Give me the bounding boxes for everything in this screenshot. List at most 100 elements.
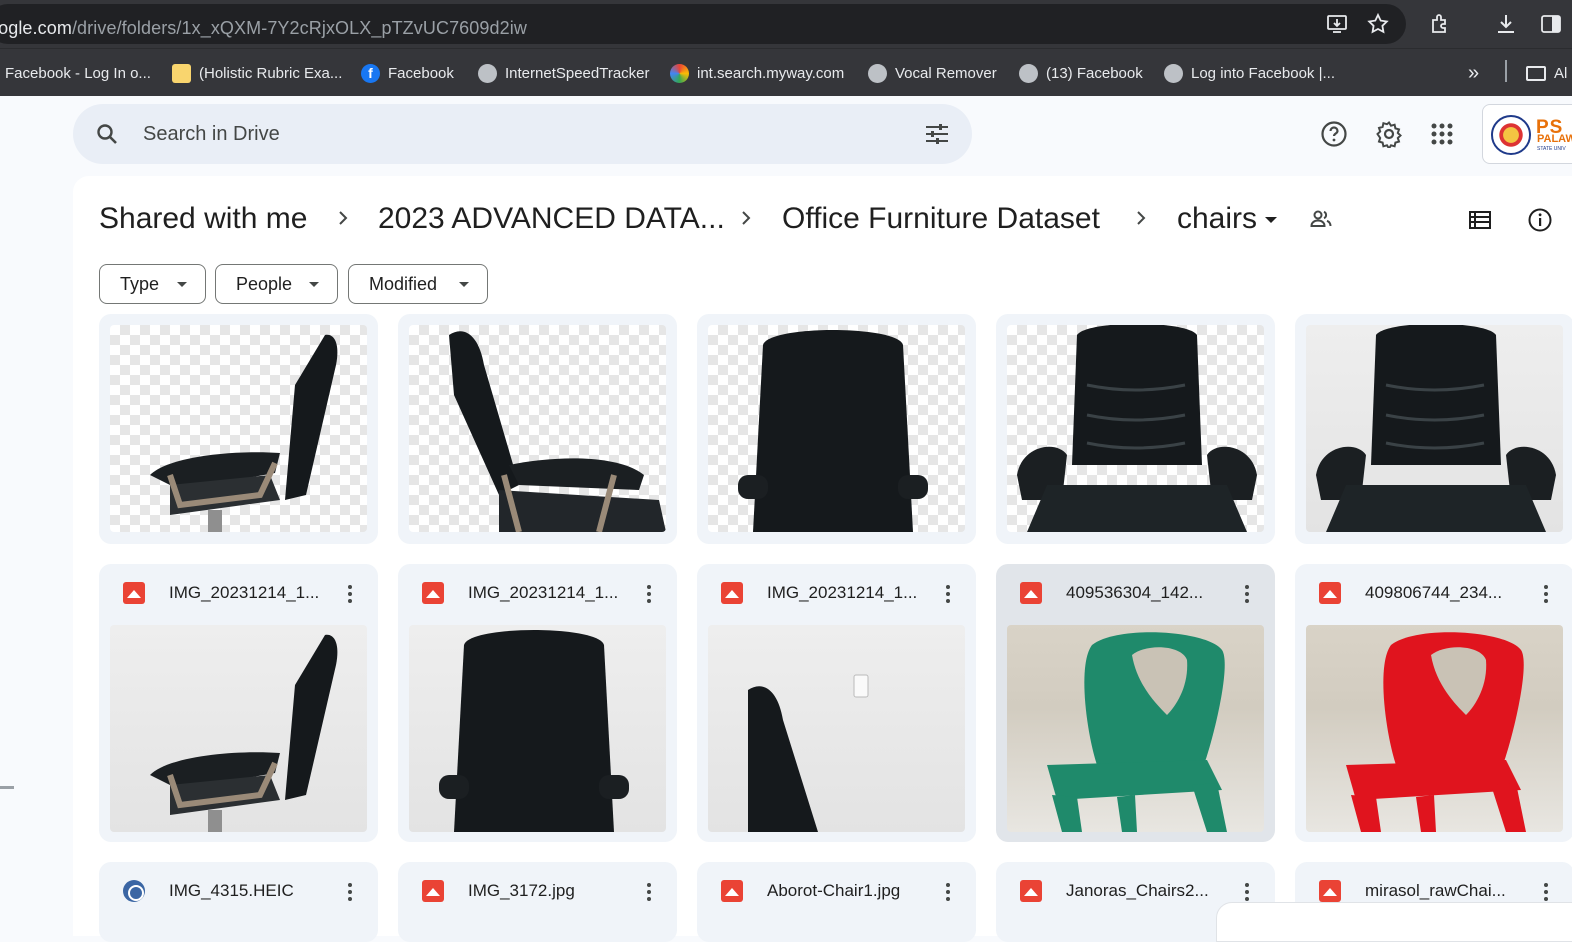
- file-card[interactable]: [1295, 314, 1572, 544]
- chair-photo: [1346, 632, 1526, 832]
- file-card[interactable]: [99, 314, 378, 544]
- file-card[interactable]: 409806744_234...: [1295, 564, 1572, 842]
- file-card-header[interactable]: 409806744_234...: [1295, 564, 1572, 624]
- facebook-icon: f: [361, 63, 380, 83]
- details-info-icon[interactable]: [1527, 207, 1553, 233]
- file-name: IMG_20231214_1...: [468, 583, 619, 602]
- chair-photo: [439, 630, 629, 832]
- file-thumbnail[interactable]: [409, 325, 666, 532]
- file-card-header[interactable]: IMG_4315.HEIC: [99, 862, 378, 922]
- bookmark-item[interactable]: (Holistic Rubric Exa...: [172, 62, 342, 84]
- file-card[interactable]: [996, 314, 1275, 544]
- file-thumbnail[interactable]: [1007, 625, 1264, 832]
- globe-icon: [1019, 63, 1038, 83]
- file-thumbnail[interactable]: [110, 625, 367, 832]
- help-icon[interactable]: [1320, 120, 1348, 148]
- bookmark-item[interactable]: f Facebook: [361, 62, 454, 84]
- chair-photo: [748, 674, 869, 832]
- file-card[interactable]: IMG_3172.jpg: [398, 862, 677, 942]
- file-card[interactable]: Aborot-Chair1.jpg: [697, 862, 976, 942]
- more-actions-icon[interactable]: [639, 878, 659, 906]
- file-card[interactable]: IMG_20231214_1...: [398, 564, 677, 842]
- more-actions-icon[interactable]: [639, 580, 659, 608]
- more-actions-icon[interactable]: [938, 878, 958, 906]
- more-actions-icon[interactable]: [340, 878, 360, 906]
- drive-search-bar[interactable]: [73, 104, 972, 164]
- more-actions-icon[interactable]: [340, 580, 360, 608]
- file-card-header[interactable]: IMG_3172.jpg: [398, 862, 677, 922]
- people-filter-chip[interactable]: People: [215, 264, 338, 304]
- browser-address-row: oogle.com/drive/folders/1x_xQXM-7Y2cRjxO…: [0, 0, 1572, 48]
- chair-photo: [150, 634, 338, 832]
- file-thumbnail[interactable]: [1306, 625, 1563, 832]
- file-thumbnail[interactable]: [1007, 325, 1264, 532]
- list-view-icon[interactable]: [1467, 207, 1493, 233]
- heic-icon: [123, 880, 145, 902]
- image-icon: [1020, 582, 1042, 604]
- modified-filter-chip[interactable]: Modified: [348, 264, 488, 304]
- type-filter-chip[interactable]: Type: [99, 264, 206, 304]
- breadcrumb-item[interactable]: Shared with me: [99, 198, 307, 240]
- dropdown-arrow-icon: [459, 282, 469, 287]
- breadcrumb-item[interactable]: Office Furniture Dataset: [782, 198, 1100, 240]
- chair-photo: [449, 331, 666, 532]
- address-bar[interactable]: oogle.com/drive/folders/1x_xQXM-7Y2cRjxO…: [0, 4, 1406, 44]
- folder-icon: [1526, 65, 1546, 81]
- apps-grid-icon[interactable]: [1428, 120, 1456, 148]
- all-bookmarks-button[interactable]: Al: [1526, 62, 1567, 84]
- more-actions-icon[interactable]: [1237, 580, 1257, 608]
- file-thumbnail[interactable]: [708, 625, 965, 832]
- more-actions-icon[interactable]: [1536, 580, 1556, 608]
- current-folder-menu[interactable]: chairs: [1177, 198, 1278, 240]
- more-actions-icon[interactable]: [938, 580, 958, 608]
- file-card-header[interactable]: 409536304_142...: [996, 564, 1275, 624]
- file-thumbnail[interactable]: [409, 625, 666, 832]
- file-card[interactable]: 409536304_142...: [996, 564, 1275, 842]
- file-card-header[interactable]: IMG_20231214_1...: [99, 564, 378, 624]
- organization-logo[interactable]: PS PALAW STATE UNIV: [1482, 104, 1572, 164]
- file-card[interactable]: [697, 314, 976, 544]
- more-bookmarks-button[interactable]: »: [1468, 62, 1479, 84]
- bookmark-item[interactable]: int.search.myway.com: [670, 62, 844, 84]
- file-name: Janoras_Chairs2...: [1066, 881, 1209, 900]
- bookmark-star-icon[interactable]: [1366, 12, 1390, 36]
- file-card-header[interactable]: IMG_20231214_1...: [398, 564, 677, 624]
- extensions-icon[interactable]: [1428, 12, 1452, 36]
- bookmark-item[interactable]: Vocal Remover: [868, 62, 997, 84]
- shared-people-icon[interactable]: [1309, 207, 1333, 231]
- globe-icon: [478, 63, 497, 83]
- url-text[interactable]: oogle.com/drive/folders/1x_xQXM-7Y2cRjxO…: [0, 18, 527, 39]
- file-card-header[interactable]: IMG_20231214_1...: [697, 564, 976, 624]
- bookmark-item[interactable]: Facebook - Log In o...: [5, 62, 151, 84]
- downloads-icon[interactable]: [1494, 12, 1518, 36]
- file-card[interactable]: IMG_20231214_1...: [99, 564, 378, 842]
- bookmark-item[interactable]: InternetSpeedTracker: [478, 62, 650, 84]
- file-card[interactable]: [398, 314, 677, 544]
- image-icon: [721, 880, 743, 902]
- file-name: IMG_3172.jpg: [468, 881, 575, 900]
- settings-gear-icon[interactable]: [1375, 120, 1403, 151]
- overlay-panel-edge: [1216, 902, 1572, 942]
- file-thumbnail[interactable]: [110, 325, 367, 532]
- file-card[interactable]: IMG_20231214_1...: [697, 564, 976, 842]
- search-options-icon[interactable]: [924, 122, 950, 146]
- scroll-indicator: [0, 786, 14, 789]
- image-icon: [1319, 880, 1341, 902]
- bookmark-item[interactable]: (13) Facebook: [1019, 62, 1143, 84]
- university-seal-icon: [1491, 115, 1531, 155]
- bookmark-item[interactable]: Log into Facebook |...: [1164, 62, 1335, 84]
- breadcrumb-item[interactable]: 2023 ADVANCED DATA...: [378, 198, 725, 240]
- file-card[interactable]: IMG_4315.HEIC: [99, 862, 378, 942]
- file-thumbnail[interactable]: [708, 325, 965, 532]
- side-panel-icon[interactable]: [1539, 12, 1563, 36]
- file-thumbnail[interactable]: [1306, 325, 1563, 532]
- globe-icon: [1164, 63, 1183, 83]
- search-icon[interactable]: [95, 122, 119, 146]
- org-logo-text: STATE UNIV: [1537, 146, 1566, 152]
- file-name: Aborot-Chair1.jpg: [767, 881, 901, 900]
- install-app-icon[interactable]: [1325, 12, 1349, 36]
- file-card-header[interactable]: Aborot-Chair1.jpg: [697, 862, 976, 922]
- search-input[interactable]: [143, 118, 903, 150]
- image-icon: [123, 582, 145, 604]
- image-icon: [1319, 582, 1341, 604]
